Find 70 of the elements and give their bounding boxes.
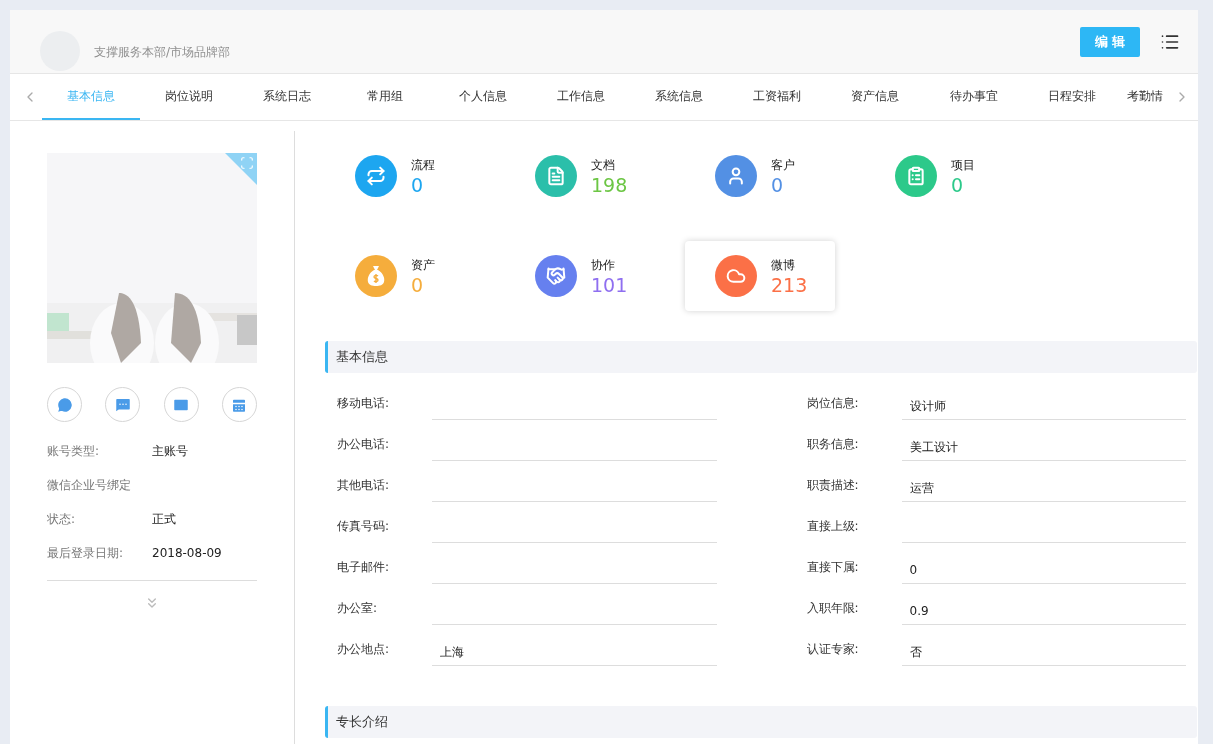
tab[interactable]: 岗位说明 [139, 74, 238, 120]
field-label: 岗位信息: [806, 395, 860, 412]
stat-label: 项目 [951, 156, 975, 174]
field-label: 职务信息: [806, 436, 860, 453]
field-label: 办公电话: [337, 436, 391, 453]
tab[interactable]: 系统信息 [630, 74, 729, 120]
tab[interactable]: 待办事宜 [924, 74, 1023, 120]
stat-count: 0 [411, 173, 425, 196]
tab[interactable]: 个人信息 [434, 74, 533, 120]
calendar-icon[interactable] [222, 387, 257, 422]
detail-value: 2018-08-09 [152, 546, 222, 560]
input-field[interactable]: 上海 [432, 639, 717, 666]
section-header: 专长介绍 [325, 706, 1197, 738]
field-value: 上海 [440, 643, 464, 661]
money-bag-icon [366, 265, 386, 287]
stat-count: 198 [591, 173, 628, 196]
field-value: 运营 [909, 479, 934, 497]
input-field[interactable]: 0 [901, 557, 1186, 584]
tab[interactable]: 常用组 [336, 74, 435, 120]
detail-label: 账号类型: [47, 442, 101, 460]
expand-icon[interactable] [240, 156, 254, 170]
stat-count: 0 [951, 173, 965, 196]
stat-label: 资产 [411, 256, 435, 274]
field-label: 职责描述: [806, 477, 860, 494]
stat-count: 213 [771, 273, 808, 296]
field-label: 直接下属: [806, 559, 860, 576]
input-field[interactable]: 运营 [901, 475, 1186, 502]
field-value: 0 [909, 563, 918, 577]
detail-label: 状态: [47, 510, 77, 528]
field-label: 认证专家: [806, 641, 860, 658]
field-value: 否 [909, 643, 922, 661]
field-value: 美工设计 [909, 438, 958, 456]
field-label: 传真号码: [337, 518, 391, 535]
detail-value: 正式 [152, 510, 176, 528]
detail-label: 微信企业号绑定 [47, 476, 132, 494]
tab[interactable]: 资产信息 [826, 74, 925, 120]
input-field[interactable]: 0.9 [901, 598, 1186, 625]
stat-count: 0 [771, 173, 785, 196]
stat-label: 流程 [411, 156, 435, 174]
input-field[interactable]: 否 [901, 639, 1186, 666]
stat-count: 101 [591, 273, 628, 296]
field-value: 0.9 [909, 604, 929, 618]
input-field[interactable]: 美工设计 [901, 434, 1186, 461]
tab[interactable]: 工作信息 [532, 74, 631, 120]
chat-icon[interactable] [105, 387, 141, 422]
section-header: 基本信息 [325, 341, 1197, 373]
input-field[interactable]: 设计师 [901, 393, 1186, 420]
tab[interactable]: 系统日志 [237, 74, 336, 120]
tab[interactable]: 工资福利 [728, 74, 827, 120]
stat-label: 协作 [591, 256, 616, 274]
detail-label: 最后登录日期: [47, 544, 125, 562]
field-label: 移动电话: [337, 395, 391, 412]
stat-card[interactable]: 微博 213 [685, 241, 835, 311]
corner-ribbon [225, 153, 257, 185]
tab[interactable]: 日程安排 [1022, 74, 1121, 120]
field-label: 直接上级: [806, 518, 860, 535]
stat-label: 客户 [771, 156, 795, 174]
im-icon[interactable] [47, 387, 82, 422]
field-label: 入职年限: [806, 600, 860, 617]
stat-count: 0 [411, 273, 425, 296]
stat-label: 微博 [771, 256, 796, 274]
stat-label: 文档 [591, 156, 616, 174]
tab[interactable]: 考勤情 [1120, 74, 1171, 120]
field-value: 设计师 [909, 397, 946, 415]
department-text: 支撑服务本部/市场品牌部 [94, 44, 232, 61]
detail-value: 主账号 [152, 442, 188, 460]
field-label: 其他电话: [337, 477, 391, 494]
field-label: 办公室: [337, 600, 379, 617]
field-label: 电子邮件: [337, 559, 391, 576]
field-label: 办公地点: [337, 641, 391, 658]
